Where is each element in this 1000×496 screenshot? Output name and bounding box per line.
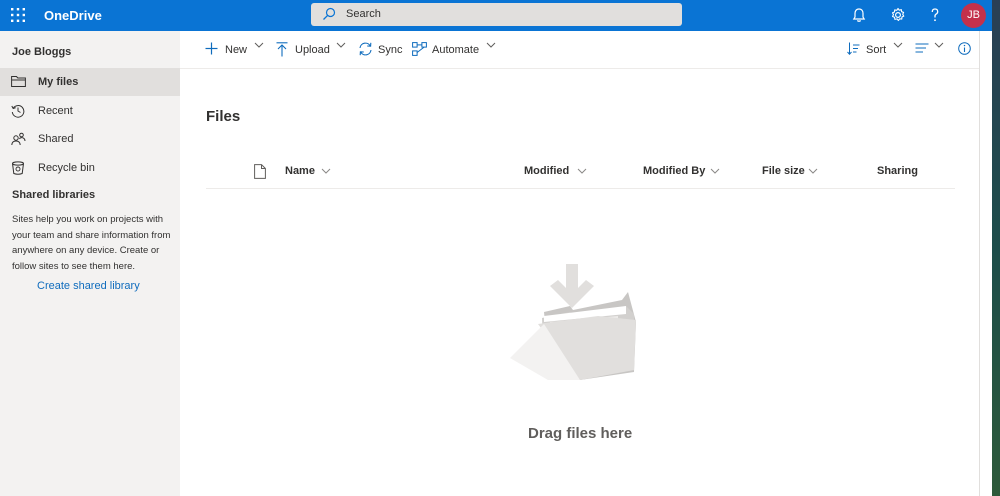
- chevron-down-icon: [486, 42, 496, 48]
- scrollbar-track[interactable]: [979, 31, 992, 496]
- view-options-button[interactable]: [915, 42, 945, 58]
- column-header-modified-by[interactable]: Modified By: [643, 165, 705, 177]
- desktop-background: [992, 0, 1000, 496]
- avatar[interactable]: JB: [961, 3, 986, 28]
- sidebar-item-label: Shared: [38, 133, 74, 145]
- sync-icon: [359, 42, 372, 56]
- sidebar-item-label: My files: [38, 76, 79, 88]
- command-bar: New Upload Sync Automate Sort: [180, 31, 979, 69]
- page-title: Files: [206, 108, 241, 125]
- sync-button[interactable]: Sync: [358, 42, 404, 58]
- user-name: Joe Bloggs: [12, 46, 72, 58]
- empty-state-message: Drag files here: [528, 425, 633, 442]
- chevron-down-icon[interactable]: [321, 168, 331, 175]
- new-button[interactable]: New: [205, 42, 265, 58]
- shared-libraries-heading: Shared libraries: [12, 189, 96, 201]
- recycle-bin-icon: [12, 161, 24, 175]
- plus-icon: [205, 42, 218, 55]
- sort-icon: [847, 42, 860, 55]
- upload-label: Upload: [295, 44, 330, 56]
- sidebar-item-label: Recycle bin: [38, 162, 95, 174]
- chevron-down-icon[interactable]: [710, 168, 720, 175]
- app-launcher-icon[interactable]: [10, 7, 26, 23]
- chevron-down-icon[interactable]: [808, 168, 818, 175]
- chevron-down-icon: [254, 42, 264, 48]
- column-header-modified[interactable]: Modified: [524, 165, 569, 177]
- search-placeholder: Search: [346, 8, 381, 20]
- clock-icon: [11, 105, 25, 118]
- sync-label: Sync: [378, 44, 403, 56]
- automate-button[interactable]: Automate: [412, 42, 500, 58]
- create-shared-library-link[interactable]: Create shared library: [37, 280, 140, 292]
- column-header-sharing[interactable]: Sharing: [877, 165, 918, 177]
- automate-label: Automate: [432, 44, 480, 56]
- sort-label: Sort: [866, 44, 887, 56]
- details-pane-button[interactable]: [958, 42, 972, 58]
- sidebar-item-recycle-bin[interactable]: Recycle bin: [0, 154, 180, 182]
- sidebar: Joe Bloggs My files Recent Shared Recycl…: [0, 31, 180, 496]
- column-header-name[interactable]: Name: [285, 165, 315, 177]
- chevron-down-icon: [934, 42, 944, 48]
- new-label: New: [225, 44, 248, 56]
- app-title[interactable]: OneDrive: [44, 8, 102, 23]
- file-type-icon[interactable]: [254, 164, 266, 179]
- sidebar-item-label: Recent: [38, 105, 73, 117]
- empty-folder-illustration: [510, 264, 636, 380]
- upload-icon: [276, 42, 288, 57]
- folder-icon: [11, 76, 26, 87]
- help-icon[interactable]: [926, 6, 944, 24]
- file-list-header: Name Modified Modified By File size Shar…: [206, 155, 955, 189]
- sort-button[interactable]: Sort: [847, 42, 905, 58]
- column-header-file-size[interactable]: File size: [762, 165, 805, 177]
- chevron-down-icon: [336, 42, 346, 48]
- automate-icon: [412, 42, 427, 56]
- chevron-down-icon[interactable]: [577, 168, 587, 175]
- sidebar-item-my-files[interactable]: My files: [0, 68, 180, 96]
- info-icon: [958, 42, 971, 55]
- people-icon: [11, 132, 26, 146]
- shared-libraries-description: Sites help you work on projects with you…: [12, 214, 171, 272]
- bell-icon[interactable]: [850, 6, 868, 24]
- chevron-down-icon: [893, 42, 903, 48]
- sidebar-item-shared[interactable]: Shared: [0, 125, 180, 153]
- list-view-icon: [915, 43, 929, 53]
- gear-icon[interactable]: [889, 6, 907, 24]
- sidebar-item-recent[interactable]: Recent: [0, 97, 180, 125]
- search-icon: [323, 7, 336, 20]
- upload-button[interactable]: Upload: [276, 42, 348, 58]
- search-input[interactable]: Search: [311, 3, 682, 26]
- top-bar: OneDrive Search JB: [0, 0, 992, 31]
